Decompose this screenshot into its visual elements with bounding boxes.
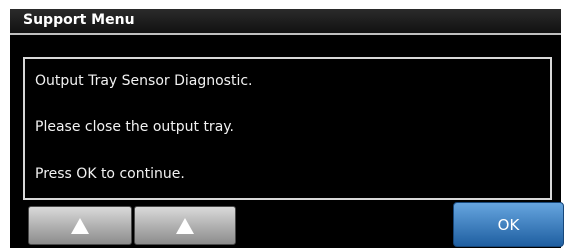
title-bar: Support Menu [10, 9, 561, 35]
ok-button[interactable]: OK [453, 202, 564, 247]
page-title: Support Menu [23, 12, 135, 28]
up-arrow-icon [176, 217, 194, 234]
up-arrow-icon [71, 217, 89, 234]
message-panel: Output Tray Sensor Diagnostic. Please cl… [23, 57, 552, 200]
support-menu-screen: Support Menu Output Tray Sensor Diagnost… [10, 9, 564, 248]
scroll-up-button-left[interactable] [28, 206, 132, 245]
message-line-diagnostic: Output Tray Sensor Diagnostic. [35, 73, 253, 89]
message-line-continue: Press OK to continue. [35, 166, 185, 182]
message-line-instruction: Please close the output tray. [35, 119, 235, 135]
scroll-up-button-right[interactable] [134, 206, 236, 245]
